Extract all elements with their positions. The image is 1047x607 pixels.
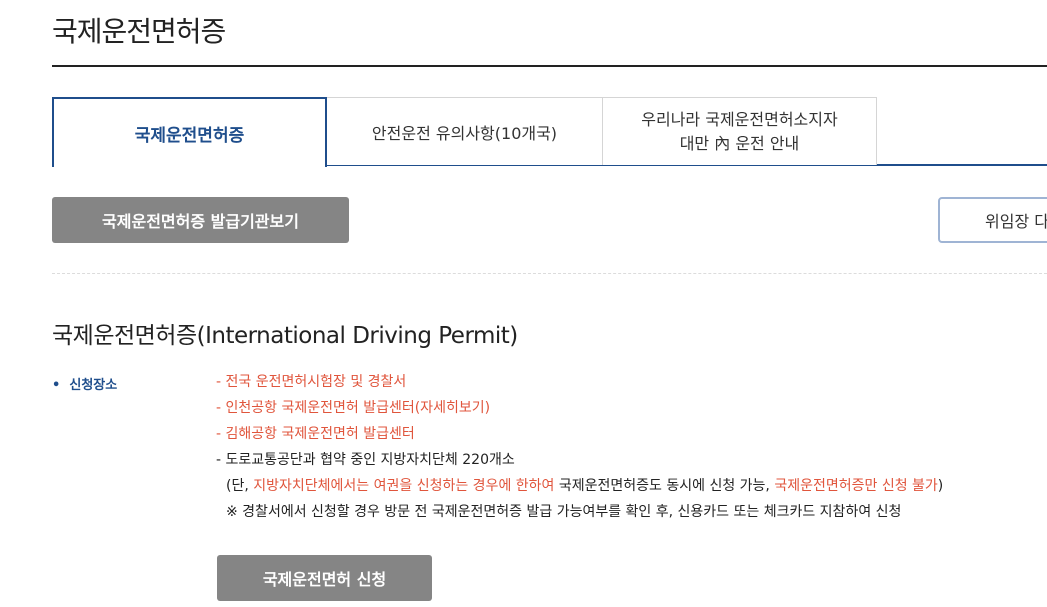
apply-button[interactable]: 국제운전면허 신청 [217,555,432,601]
application-place-list: - 전국 운전면허시험장 및 경찰서 - 인천공항 국제운전면허 발급센터(자세… [216,373,943,529]
tab-label: 안전운전 유의사항(10개국) [371,123,558,143]
list-item: - 전국 운전면허시험장 및 경찰서 [216,374,407,390]
title-divider [52,65,1047,67]
power-of-attorney-button[interactable]: 위임장 다 [938,197,1047,243]
note-highlight-1: 지방자치단체에서는 여권을 신청하는 경우에 한하여 [253,478,555,494]
list-item: - 도로교통공단과 협약 중인 지방자치단체 220개소 [216,452,515,468]
page-title: 국제운전면허증 [52,15,226,48]
section-title: 국제운전면허증(International Driving Permit) [52,323,518,349]
note-highlight-2: 국제운전면허증만 신청 불가 [774,478,938,494]
tab-international-license[interactable]: 국제운전면허증 [52,97,327,167]
local-government-note: (단, 지방자치단체에서는 여권을 신청하는 경우에 한하여 국제운전면허증도 … [216,477,943,503]
police-station-note: ※ 경찰서에서 신청할 경우 방문 전 국제운전면허증 발급 가능여부를 확인 … [226,504,902,520]
note-middle: 국제운전면허증도 동시에 신청 가능, [554,478,775,494]
tab-label-line2: 대만 內 운전 안내 [679,133,800,153]
tab-label-line1: 우리나라 국제운전면허소지자 [641,109,838,129]
list-item: - 김해공항 국제운전면허 발급센터 [216,426,415,442]
note-open: (단, [226,478,254,494]
issuer-list-button[interactable]: 국제운전면허증 발급기관보기 [52,197,349,243]
note-close: ) [937,478,944,494]
section-divider [52,273,1047,274]
tab-taiwan-driving-guide[interactable]: 우리나라 국제운전면허소지자 대만 內 운전 안내 [603,97,877,165]
tab-label: 국제운전면허증 [134,125,245,146]
tab-safe-driving-notes[interactable]: 안전운전 유의사항(10개국) [327,97,603,165]
application-place-label: • 신청장소 [52,374,117,393]
label-text: 신청장소 [69,378,118,393]
bullet-icon: • [52,378,70,393]
incheon-airport-link[interactable]: - 인천공항 국제운전면허 발급센터(자세히보기) [216,399,943,425]
